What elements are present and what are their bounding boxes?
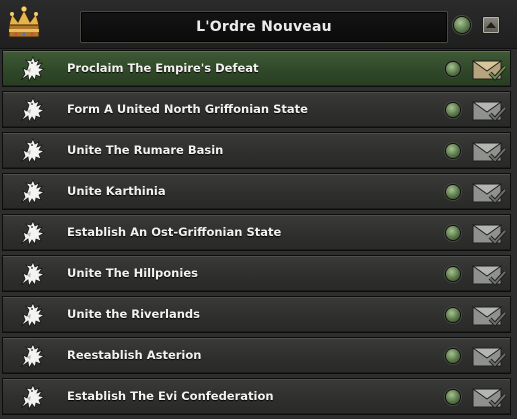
decision-label: Unite The Rumare Basin	[67, 143, 224, 157]
collapse-button[interactable]	[482, 16, 500, 34]
decision-label: Establish The Evi Confederation	[67, 389, 274, 403]
envelope-icon	[472, 265, 506, 286]
status-dot-icon	[446, 144, 460, 158]
decision-row[interactable]: Establish An Ost-Griffonian State	[2, 214, 511, 251]
status-dot-icon	[446, 226, 460, 240]
envelope-icon	[472, 388, 506, 409]
envelope-icon	[472, 347, 506, 368]
griffon-emblem-icon	[20, 302, 46, 329]
decision-row[interactable]: Unite The Hillponies	[2, 255, 511, 292]
panel-header: L'Ordre Nouveau	[0, 0, 517, 49]
griffon-emblem-icon	[20, 343, 46, 370]
decision-row[interactable]: Reestablish Asterion	[2, 337, 511, 374]
envelope-icon	[472, 60, 506, 81]
chevron-up-icon	[486, 22, 496, 28]
envelope-icon	[472, 224, 506, 245]
decision-label: Establish An Ost-Griffonian State	[67, 225, 282, 239]
griffon-emblem-icon	[20, 384, 46, 411]
page-title: L'Ordre Nouveau	[196, 19, 332, 35]
decision-row[interactable]: Establish The Evi Confederation	[2, 378, 511, 415]
status-dot-icon	[446, 267, 460, 281]
envelope-icon	[472, 101, 506, 122]
decision-label: Reestablish Asterion	[67, 348, 202, 362]
status-dot-icon	[446, 62, 460, 76]
decision-label: Unite the Riverlands	[67, 307, 200, 321]
decision-label: Unite Karthinia	[67, 184, 166, 198]
griffon-emblem-icon	[20, 56, 46, 83]
decision-category-panel: L'Ordre Nouveau Proclaim The Empire's De…	[0, 0, 517, 419]
status-dot-icon	[446, 308, 460, 322]
status-dot-icon	[446, 390, 460, 404]
status-dot-icon	[446, 103, 460, 117]
crown-icon	[8, 5, 40, 38]
envelope-icon	[472, 306, 506, 327]
griffon-emblem-icon	[20, 138, 46, 165]
decision-row[interactable]: Unite the Riverlands	[2, 296, 511, 333]
envelope-icon	[472, 183, 506, 204]
status-dot-icon	[446, 185, 460, 199]
decision-row[interactable]: Unite Karthinia	[2, 173, 511, 210]
category-title-plate: L'Ordre Nouveau	[80, 11, 448, 43]
decision-label: Form A United North Griffonian State	[67, 102, 308, 116]
griffon-emblem-icon	[20, 261, 46, 288]
griffon-emblem-icon	[20, 97, 46, 124]
griffon-emblem-icon	[20, 179, 46, 206]
status-dot-icon	[454, 17, 470, 33]
decision-row[interactable]: Form A United North Griffonian State	[2, 91, 511, 128]
envelope-icon	[472, 142, 506, 163]
decision-row[interactable]: Unite The Rumare Basin	[2, 132, 511, 169]
decision-label: Unite The Hillponies	[67, 266, 198, 280]
decision-label: Proclaim The Empire's Defeat	[67, 61, 259, 75]
griffon-emblem-icon	[20, 220, 46, 247]
status-dot-icon	[446, 349, 460, 363]
decision-row[interactable]: Proclaim The Empire's Defeat	[2, 50, 511, 87]
